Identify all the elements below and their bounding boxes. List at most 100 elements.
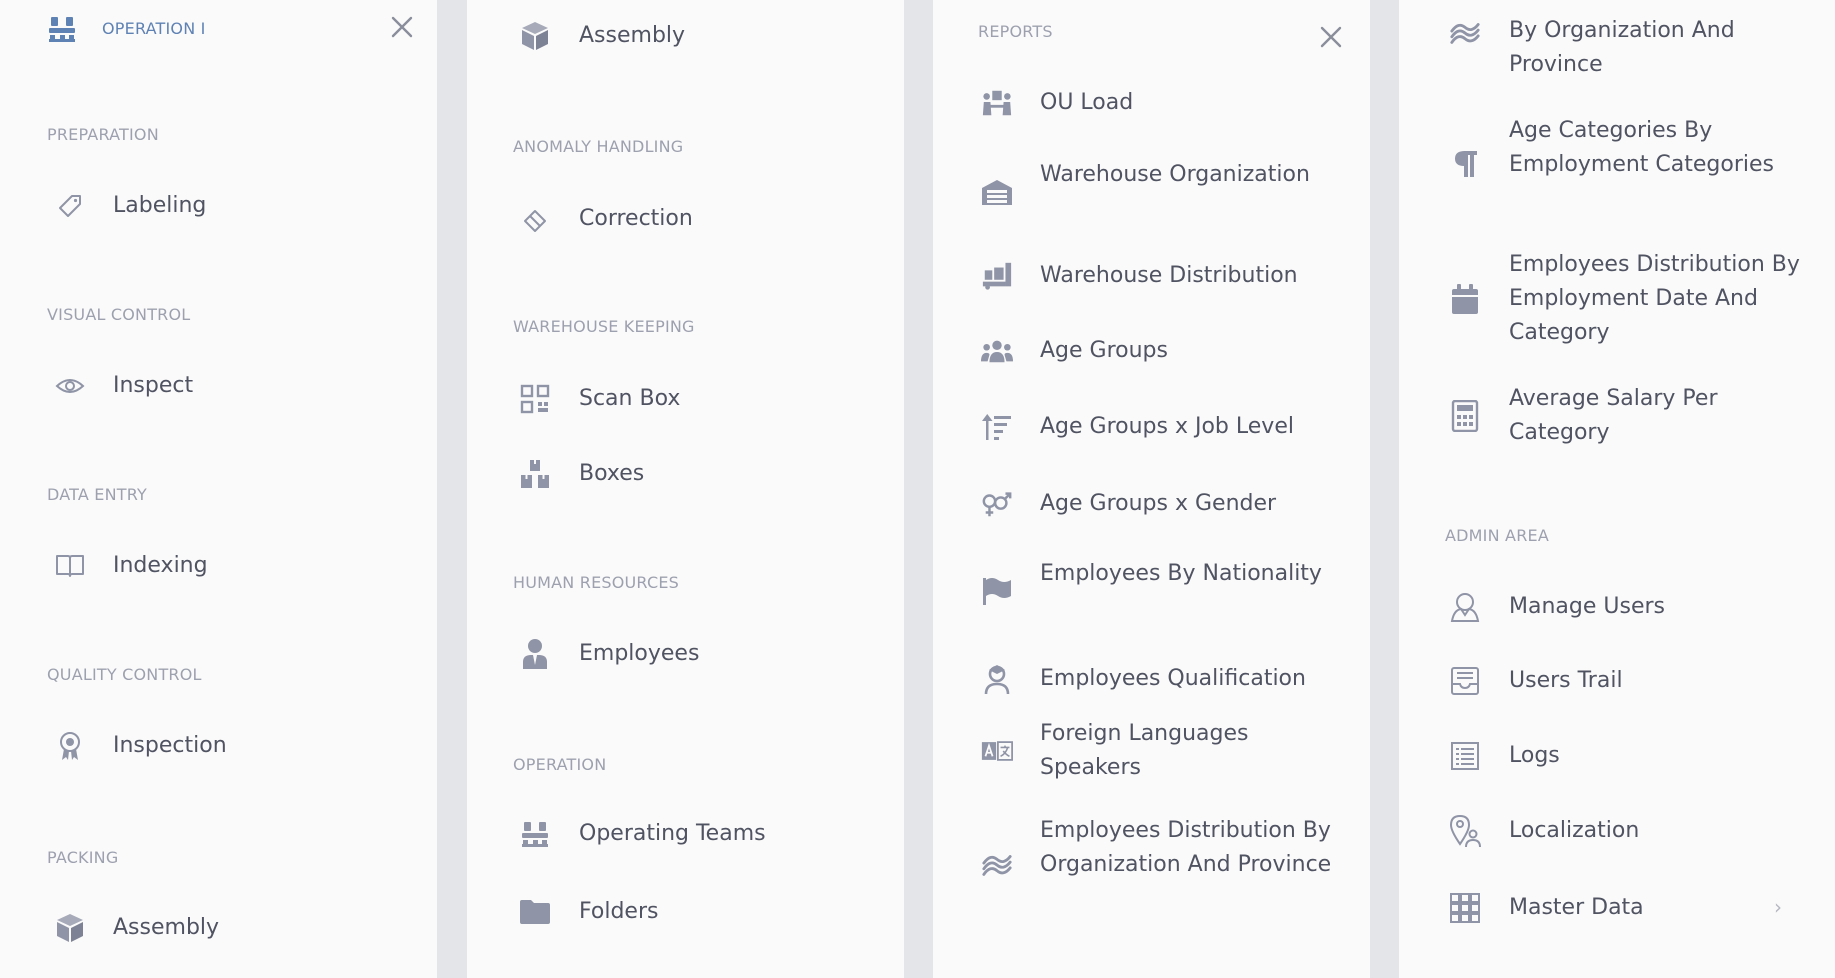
book-icon [54,550,86,582]
eye-icon [54,370,86,402]
menu-item-warehouse-distribution[interactable]: Warehouse Distribution [981,260,1370,294]
menu-item-inspect[interactable]: Inspect [54,370,437,404]
panel-header-operation: OPERATION I [46,13,346,47]
section-anomaly-handling: ANOMALY HANDLING [513,137,684,156]
user-graduate-icon [981,663,1013,695]
menu-item-employment-date-category[interactable]: Employees Distribution By Employment Dat… [1449,248,1835,350]
menu-item-label: Employees Qualification [1040,666,1306,691]
menu-item-label: Folders [579,899,659,924]
stack-icon [981,849,1013,881]
qr-icon [519,383,551,415]
menu-item-manage-users[interactable]: Manage Users [1449,591,1835,625]
menu-item-average-salary[interactable]: Average Salary Per Category [1449,382,1835,450]
menu-item-label: Operating Teams [579,821,766,846]
menu-item-correction[interactable]: Correction [519,203,904,237]
calculator-icon [1449,400,1481,432]
menu-item-label: OU Load [1040,90,1134,115]
menu-item-foreign-languages-speakers[interactable]: Foreign Languages Speakers [981,717,1370,785]
menu-item-inspection[interactable]: Inspection [54,730,437,764]
gender-icon [981,488,1013,520]
menu-item-label: Indexing [113,553,208,578]
close-button[interactable] [1317,23,1345,51]
menu-item-employees-distribution[interactable]: Employees Distribution By Organization A… [981,814,1370,916]
stack-icon [1449,17,1481,49]
chevron-right-icon: › [1774,895,1782,919]
menu-item-boxes[interactable]: Boxes [519,458,904,492]
inbox-icon [1449,665,1481,697]
menu-item-age-groups-job-level[interactable]: Age Groups x Job Level [981,411,1370,445]
menu-item-label: Employees [579,641,700,666]
menu-item-label: Employees Distribution By Organization A… [1040,818,1332,877]
tag-icon [54,190,86,222]
menu-item-label: Employees By Nationality [1040,561,1322,586]
menu-panel-operation: OPERATION I PREPARATION Labeling VISUAL … [0,0,437,978]
menu-item-label: By Organization And Province [1509,18,1735,77]
menu-item-label: Employees Distribution By Employment Dat… [1509,252,1800,345]
menu-item-age-groups-gender[interactable]: Age Groups x Gender [981,488,1370,522]
menu-item-label: Assembly [579,23,686,48]
sort-amount-icon [981,411,1013,443]
boxes-icon [519,458,551,490]
menu-item-employees-qualification[interactable]: Employees Qualification [981,663,1370,697]
team-load-icon [981,87,1013,119]
menu-item-scan-box[interactable]: Scan Box [519,383,904,417]
menu-item-label: Correction [579,206,693,231]
grid-icon [1449,892,1481,924]
section-data-entry: DATA ENTRY [47,485,148,504]
employee-icon [519,638,551,670]
menu-item-warehouse-organization[interactable]: Warehouse Organization [981,158,1370,226]
menu-item-localization[interactable]: Localization [1449,814,1835,849]
warehouse-icon [981,176,1013,208]
close-button[interactable] [388,13,416,41]
menu-item-age-groups[interactable]: Age Groups [981,335,1370,369]
cube-icon [54,912,86,944]
menu-item-age-categories[interactable]: Age Categories By Employment Categories [1449,114,1835,216]
menu-item-logs[interactable]: Logs [1449,740,1835,774]
menu-item-labeling[interactable]: Labeling [54,190,437,224]
menu-item-assembly[interactable]: Assembly [519,20,904,54]
eraser-icon [519,203,551,235]
section-packing: PACKING [47,848,119,867]
menu-item-label: Manage Users [1509,594,1665,619]
menu-item-folders[interactable]: Folders [519,896,904,930]
flag-icon [981,575,1013,607]
menu-item-label: Age Groups [1040,338,1168,363]
map-user-icon [1449,814,1481,848]
user-outline-icon [1449,591,1481,623]
menu-item-operating-teams[interactable]: Operating Teams [519,818,904,852]
calendar-icon [1449,283,1481,315]
panel-header-title: OPERATION I [102,19,206,38]
menu-item-label: Warehouse Distribution [1040,263,1298,288]
close-icon [1320,26,1342,48]
section-admin-area: ADMIN AREA [1445,526,1549,545]
menu-item-indexing[interactable]: Indexing [54,550,437,584]
menu-item-users-trail[interactable]: Users Trail [1449,665,1835,699]
menu-item-by-organization-and-province[interactable]: By Organization And Province [1449,14,1835,82]
menu-panel-reports-admin: By Organization And Province Age Categor… [1399,0,1835,978]
menu-item-label: Master Data [1509,895,1644,920]
section-preparation: PREPARATION [47,125,159,144]
menu-item-label: Logs [1509,743,1560,768]
menu-item-label: Localization [1509,818,1640,843]
menu-panel-reports: REPORTS OU Load Warehouse Organization W… [933,0,1370,978]
section-quality-control: QUALITY CONTROL [47,665,202,684]
pallet-icon [519,818,551,850]
menu-item-assembly[interactable]: Assembly [54,912,437,946]
menu-item-ou-load[interactable]: OU Load [981,87,1370,121]
section-visual-control: VISUAL CONTROL [47,305,191,324]
menu-item-label: Scan Box [579,386,681,411]
section-operation: OPERATION [513,755,607,774]
menu-item-label: Labeling [113,193,207,218]
cube-icon [519,20,551,52]
menu-item-label: Age Groups x Job Level [1040,414,1294,439]
close-icon [391,16,413,38]
menu-item-employees-by-nationality[interactable]: Employees By Nationality [981,557,1370,625]
truck-loading-icon [981,260,1013,292]
language-icon [981,735,1013,767]
menu-item-master-data[interactable]: Master Data › [1449,892,1835,926]
section-human-resources: HUMAN RESOURCES [513,573,679,592]
menu-item-label: Boxes [579,461,645,486]
menu-item-label: Inspect [113,373,194,398]
menu-item-employees[interactable]: Employees [519,638,904,672]
menu-item-label: Age Categories By Employment Categories [1509,118,1774,177]
